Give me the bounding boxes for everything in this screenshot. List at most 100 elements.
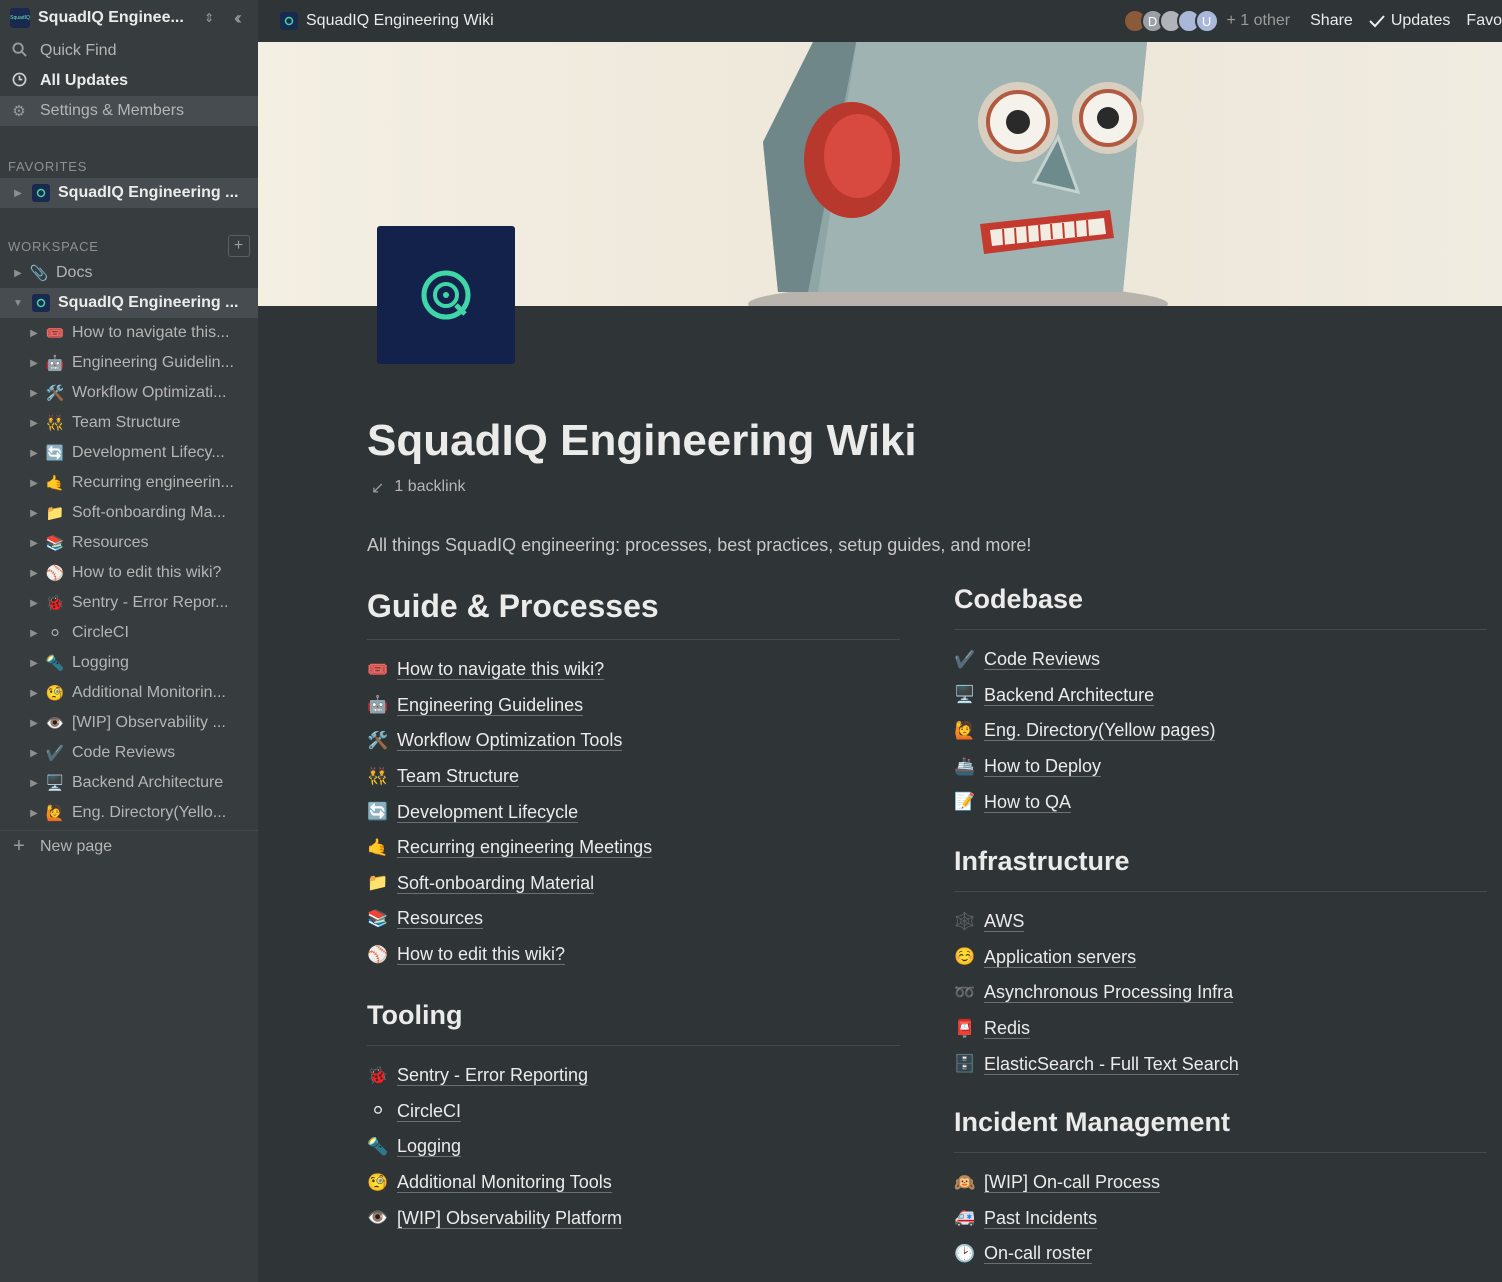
updates-button[interactable]: Updates bbox=[1369, 12, 1450, 30]
page-link[interactable]: 🕸️ AWS bbox=[954, 904, 1487, 940]
sidebar-item-child[interactable]: ▶ 🐞 Sentry - Error Repor... bbox=[0, 588, 258, 618]
avatar[interactable]: U bbox=[1194, 9, 1219, 33]
section-guide-processes: Guide & Processes 🎟️ How to navigate this… bbox=[367, 588, 900, 972]
sidebar-item-child[interactable]: ▶ 🤙 Recurring engineerin... bbox=[0, 468, 258, 498]
settings-members[interactable]: ⚙ Settings & Members bbox=[0, 96, 258, 126]
page-link[interactable]: 🖥️ Backend Architecture bbox=[954, 678, 1487, 714]
sidebar-item-label: Resources bbox=[72, 534, 149, 551]
collapse-sidebar-icon[interactable]: ‹‹ bbox=[224, 8, 248, 29]
avatar-group[interactable]: DU bbox=[1122, 9, 1219, 33]
collapse-arrow-icon[interactable]: ▼ bbox=[8, 298, 28, 309]
expand-arrow-icon[interactable]: ▶ bbox=[24, 358, 44, 369]
page-link[interactable]: 🔦 Logging bbox=[367, 1129, 900, 1165]
expand-arrow-icon[interactable]: ▶ bbox=[24, 748, 44, 759]
sidebar-item-squadiq-root[interactable]: ▼ SquadIQ Engineering ... bbox=[0, 288, 258, 318]
sidebar-item-child[interactable]: ▶ 👁️ [WIP] Observability ... bbox=[0, 708, 258, 738]
quick-find[interactable]: Quick Find bbox=[0, 36, 258, 66]
page-title[interactable]: SquadIQ Engineering Wiki bbox=[367, 416, 917, 466]
sidebar-item-label: SquadIQ Engineering ... bbox=[58, 294, 239, 311]
sidebar-item-child[interactable]: ▶ 👯 Team Structure bbox=[0, 408, 258, 438]
sidebar-item-child[interactable]: ▶ ✔️ Code Reviews bbox=[0, 738, 258, 768]
page-link[interactable]: 🗄️ ElasticSearch - Full Text Search bbox=[954, 1046, 1487, 1082]
workspace-switcher[interactable]: SquadIQ SquadIQ Enginee... ⇕ ‹‹ bbox=[0, 0, 258, 36]
section-heading: Guide & Processes bbox=[367, 588, 659, 624]
sidebar-item-child[interactable]: ▶ 🖥️ Backend Architecture bbox=[0, 768, 258, 798]
sidebar-item-child[interactable]: ▶ ⚪ CircleCI bbox=[0, 618, 258, 648]
page-link-label: Code Reviews bbox=[984, 649, 1101, 671]
page-link[interactable]: 🎟️ How to navigate this wiki? bbox=[367, 652, 900, 688]
page-link[interactable]: 👁️ [WIP] Observability Platform bbox=[367, 1200, 900, 1236]
page-link[interactable]: 📮 Redis bbox=[954, 1011, 1487, 1047]
sidebar-item-child[interactable]: ▶ 🛠️ Workflow Optimizati... bbox=[0, 378, 258, 408]
chevron-updown-icon[interactable]: ⇕ bbox=[202, 11, 216, 25]
page-link-label: How to Deploy bbox=[984, 756, 1102, 778]
expand-arrow-icon[interactable]: ▶ bbox=[24, 508, 44, 519]
sidebar-item-docs[interactable]: ▶ 📎 Docs bbox=[0, 258, 258, 288]
expand-arrow-icon[interactable]: ▶ bbox=[24, 328, 44, 339]
page-link[interactable]: 🐞 Sentry - Error Reporting bbox=[367, 1058, 900, 1094]
page-description: All things SquadIQ engineering: processe… bbox=[367, 535, 1032, 555]
expand-arrow-icon[interactable]: ▶ bbox=[24, 538, 44, 549]
page-link[interactable]: 🚢 How to Deploy bbox=[954, 749, 1487, 785]
expand-arrow-icon[interactable]: ▶ bbox=[24, 568, 44, 579]
sidebar-item-child[interactable]: ▶ 🤖 Engineering Guidelin... bbox=[0, 348, 258, 378]
page-link[interactable]: 📁 Soft-onboarding Material bbox=[367, 866, 900, 902]
sidebar-item-child[interactable]: ▶ 🙋 Eng. Directory(Yello... bbox=[0, 798, 258, 828]
share-button[interactable]: Share bbox=[1310, 12, 1353, 30]
backlink[interactable]: ↙ 1 backlink bbox=[371, 478, 466, 498]
expand-arrow-icon[interactable]: ▶ bbox=[24, 598, 44, 609]
page-link-label: Recurring engineering Meetings bbox=[397, 837, 653, 859]
sidebar-item-child[interactable]: ▶ 🧐 Additional Monitorin... bbox=[0, 678, 258, 708]
page-link-label: Backend Architecture bbox=[984, 684, 1155, 706]
all-updates[interactable]: All Updates bbox=[0, 66, 258, 96]
add-page-icon[interactable]: + bbox=[228, 235, 250, 257]
page-link[interactable]: 🧐 Additional Monitoring Tools bbox=[367, 1165, 900, 1201]
sidebar-item-child[interactable]: ▶ 🎟️ How to navigate this... bbox=[0, 318, 258, 348]
page-link[interactable]: 🤙 Recurring engineering Meetings bbox=[367, 830, 900, 866]
page-link[interactable]: 🛠️ Workflow Optimization Tools bbox=[367, 723, 900, 759]
page-link[interactable]: 📚 Resources bbox=[367, 901, 900, 937]
workspace-label: WORKSPACE + bbox=[0, 234, 258, 258]
expand-arrow-icon[interactable]: ▶ bbox=[24, 688, 44, 699]
sidebar-item-label: Sentry - Error Repor... bbox=[72, 594, 229, 611]
page-link[interactable]: ☺️ Application servers bbox=[954, 940, 1487, 976]
page-icon[interactable] bbox=[377, 226, 515, 364]
page-link[interactable]: ✔️ Code Reviews bbox=[954, 642, 1487, 678]
expand-arrow-icon[interactable]: ▶ bbox=[8, 268, 28, 279]
expand-arrow-icon[interactable]: ▶ bbox=[24, 448, 44, 459]
page-link[interactable]: ⚾ How to edit this wiki? bbox=[367, 937, 900, 973]
new-page-button[interactable]: + New page bbox=[0, 830, 258, 862]
page-link[interactable]: 👯 Team Structure bbox=[367, 759, 900, 795]
page-link-label: Team Structure bbox=[397, 766, 520, 788]
favorite-button[interactable]: Favo bbox=[1466, 12, 1502, 30]
page-emoji-icon: 🎟️ bbox=[45, 325, 65, 342]
breadcrumb[interactable]: SquadIQ Engineering Wiki bbox=[258, 12, 1129, 30]
expand-arrow-icon[interactable]: ▶ bbox=[24, 778, 44, 789]
expand-arrow-icon[interactable]: ▶ bbox=[24, 628, 44, 639]
page-link[interactable]: 🙉 [WIP] On-call Process bbox=[954, 1165, 1487, 1201]
expand-arrow-icon[interactable]: ▶ bbox=[24, 418, 44, 429]
page-link[interactable]: ⚪ CircleCI bbox=[367, 1094, 900, 1130]
page-link[interactable]: 🕑 On-call roster bbox=[954, 1236, 1487, 1272]
expand-arrow-icon[interactable]: ▶ bbox=[24, 718, 44, 729]
page-link[interactable]: ➿ Asynchronous Processing Infra bbox=[954, 975, 1487, 1011]
expand-arrow-icon[interactable]: ▶ bbox=[24, 808, 44, 819]
sidebar-item-child[interactable]: ▶ ⚾ How to edit this wiki? bbox=[0, 558, 258, 588]
page-link[interactable]: 🔄 Development Lifecycle bbox=[367, 794, 900, 830]
expand-arrow-icon[interactable]: ▶ bbox=[24, 478, 44, 489]
expand-arrow-icon[interactable]: ▶ bbox=[24, 658, 44, 669]
sidebar-item-child[interactable]: ▶ 📚 Resources bbox=[0, 528, 258, 558]
other-viewers[interactable]: + 1 other bbox=[1227, 12, 1291, 30]
sidebar-item-child[interactable]: ▶ 📁 Soft-onboarding Ma... bbox=[0, 498, 258, 528]
sidebar-item-label: Logging bbox=[72, 654, 129, 671]
page-link[interactable]: 🙋 Eng. Directory(Yellow pages) bbox=[954, 713, 1487, 749]
squadiq-logo-icon bbox=[280, 12, 298, 30]
page-link[interactable]: 🚑 Past Incidents bbox=[954, 1201, 1487, 1237]
page-link[interactable]: 📝 How to QA bbox=[954, 784, 1487, 820]
expand-arrow-icon[interactable]: ▶ bbox=[24, 388, 44, 399]
sidebar-item-child[interactable]: ▶ 🔦 Logging bbox=[0, 648, 258, 678]
sidebar-item-child[interactable]: ▶ 🔄 Development Lifecy... bbox=[0, 438, 258, 468]
favorite-item-squadiq[interactable]: ▶ SquadIQ Engineering ... bbox=[0, 178, 258, 208]
page-link[interactable]: 🤖 Engineering Guidelines bbox=[367, 688, 900, 724]
expand-arrow-icon[interactable]: ▶ bbox=[8, 188, 28, 199]
